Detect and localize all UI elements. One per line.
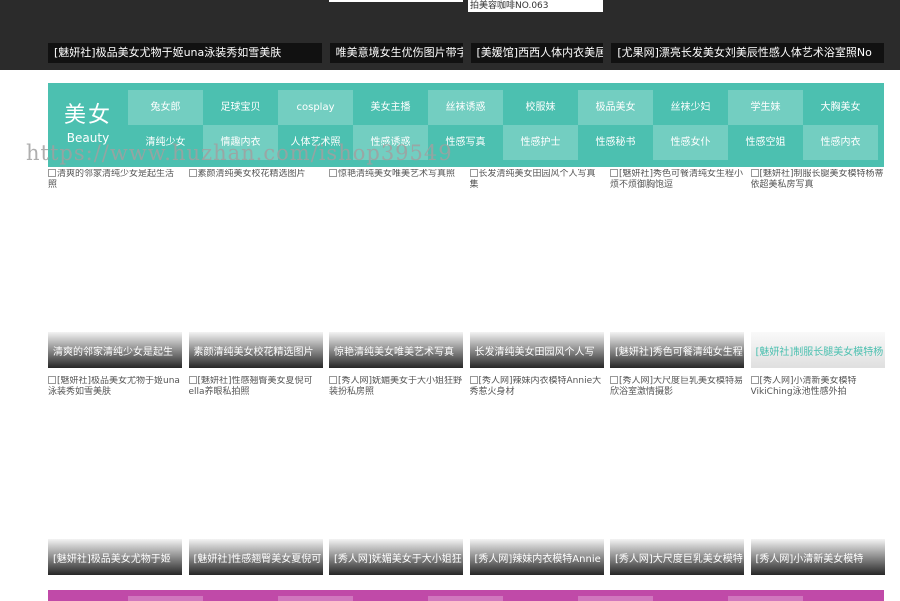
image-alt-label: [秀人网]辣妹内衣模特Annie大秀惹火身材 [469,376,602,397]
category-item[interactable]: cosplay [278,90,353,125]
category-item[interactable]: 性感内衣 [803,125,878,160]
top-white-strip [329,0,463,2]
photo-card[interactable]: [魅妍社]秀色可餐清纯女生程小烦不烦御胸饱逗 [魅妍社]秀色可餐清纯女生程 [610,169,744,368]
broken-image-icon [329,169,337,177]
top-link-3[interactable]: [美媛馆]西西人体内衣美居朱 [470,43,604,63]
image-alt-text: [秀人网]大尺度巨乳美女模特易欣浴室激情摄影 [610,376,744,398]
image-alt-text: 清爽的邻家清纯少女是起生活照 [48,169,182,191]
category-item[interactable]: 情趣内衣 [203,125,278,160]
top-link-2[interactable]: 唯美意境女生优伤图片带字 [329,43,463,63]
photo-caption[interactable]: [魅妍社]极品美女尤物于姬 [48,539,182,575]
photo-caption[interactable]: [秀人网]辣妹内衣模特Annie [469,539,604,575]
photo-caption[interactable]: [魅妍社]性感翘臀美女夏倪可 [188,539,323,575]
category-item[interactable]: 性感写真 [428,125,503,160]
image-alt-text: [魅妍社]性感翘臀美女夏倪可ella养眼私拍照 [188,376,323,398]
category-item[interactable]: 大胸美女 [803,90,878,125]
category-item[interactable]: 清纯少女 [128,125,203,160]
image-alt-text: 长发清纯美女田园风个人写真集 [469,169,604,191]
photo-card[interactable]: [秀人网]小清新美女模特VikiChing泳池性感外拍 [秀人网]小清新美女模特 [750,376,885,575]
image-alt-text: 素颜清纯美女校花精选图片 [188,169,323,180]
band-tab [728,596,803,601]
top-featured-links: [魅妍社]极品美女尤物于姬una泳装秀如雪美肤 唯美意境女生优伤图片带字 [美媛… [48,43,884,63]
category-item[interactable]: 人体艺术照 [278,125,353,160]
broken-image-icon [469,376,478,384]
category-item[interactable]: 极品美女 [578,90,653,125]
category-item[interactable]: 美女主播 [353,90,428,125]
photo-card[interactable]: 清爽的邻家清纯少女是起生活照清爽的邻家清纯少女是起生 [48,169,182,368]
photo-card[interactable]: [秀人网]大尺度巨乳美女模特易欣浴室激情摄影 [秀人网]大尺度巨乳美女模特 [610,376,744,575]
photo-card[interactable]: [魅妍社]性感翘臀美女夏倪可ella养眼私拍照 [魅妍社]性感翘臀美女夏倪可 [188,376,323,575]
top-link-4[interactable]: [尤果网]漂亮长发美女刘美辰性感人体艺术浴室照No [611,43,884,63]
category-item[interactable]: 性感秘书 [578,125,653,160]
photo-caption[interactable]: 惊艳清纯美女唯美艺术写真 [329,332,463,368]
photo-caption[interactable]: [魅妍社]秀色可餐清纯女生程 [610,332,744,368]
image-alt-text: [秀人网]妩媚美女于大小姐狂野装扮私房照 [329,376,463,398]
image-alt-label: [秀人网]妩媚美女于大小姐狂野装扮私房照 [329,376,463,397]
broken-image-icon [750,169,759,177]
band-tab [428,596,503,601]
image-alt-label: [魅妍社]秀色可餐清纯女生程小烦不烦御胸饱逗 [610,169,744,190]
image-alt-label: 清爽的邻家清纯少女是起生活照 [48,169,175,190]
image-alt-label: [秀人网]小清新美女模特VikiChing泳池性感外拍 [750,376,857,397]
category-grid: 兔女郎 足球宝贝 cosplay 美女主播 丝袜诱惑 校服妹 极品美女 丝袜少妇 学生妹 大胸美女… [128,90,878,160]
top-link-1[interactable]: [魅妍社]极品美女尤物于姬una泳装秀如雪美肤 [48,43,322,63]
category-item[interactable]: 校服妹 [503,90,578,125]
broken-image-icon [610,169,618,177]
image-alt-text: [魅妍社]秀色可餐清纯女生程小烦不烦御胸饱逗 [610,169,744,191]
image-alt-text: [魅妍社]极品美女尤物于姬una泳装秀如雪美肤 [48,376,182,398]
photo-card[interactable]: [魅妍社]制服长腿美女模特杨蒂依超美私房写真 [魅妍社]制服长腿美女模特杨 [750,169,885,368]
broken-image-icon [750,376,759,384]
image-alt-label: 素颜清纯美女校花精选图片 [197,169,306,179]
broken-image-icon [610,376,618,384]
next-category-band [48,590,884,601]
photo-caption[interactable]: 长发清纯美女田园风个人写 [469,332,604,368]
photo-card[interactable]: [秀人网]妩媚美女于大小姐狂野装扮私房照 [秀人网]妩媚美女于大小姐狂 [329,376,463,575]
photo-card[interactable]: [魅妍社]极品美女尤物于姬una泳装秀如雪美肤 [魅妍社]极品美女尤物于姬 [48,376,182,575]
image-alt-label: [魅妍社]性感翘臀美女夏倪可ella养眼私拍照 [188,376,313,397]
broken-image-icon [48,376,56,384]
photo-caption[interactable]: 清爽的邻家清纯少女是起生 [48,332,182,368]
band-tab [128,596,203,601]
band-tab [578,596,653,601]
category-brand[interactable]: 美女 Beauty [48,83,128,167]
image-alt-label: [魅妍社]制服长腿美女模特杨蒂依超美私房写真 [750,169,884,190]
image-alt-label: 长发清纯美女田园风个人写真集 [469,169,596,190]
photo-card[interactable]: 素颜清纯美女校花精选图片 素颜清纯美女校花精选图片 [188,169,323,368]
broken-image-icon [469,169,478,177]
category-item[interactable]: 性感诱惑 [353,125,428,160]
category-item[interactable]: 性感女仆 [653,125,728,160]
band-tab [278,596,353,601]
category-item[interactable]: 兔女郎 [128,90,203,125]
image-alt-label: [魅妍社]极品美女尤物于姬una泳装秀如雪美肤 [48,376,180,397]
brand-en: Beauty [66,131,110,145]
photo-caption[interactable]: [秀人网]妩媚美女于大小姐狂 [329,539,463,575]
broken-image-icon [188,376,197,384]
category-band: 美女 Beauty 兔女郎 足球宝贝 cosplay 美女主播 丝袜诱惑 校服妹 极品美女丝… [48,83,884,167]
broken-image-icon [188,169,197,177]
category-item[interactable]: 丝袜诱惑 [428,90,503,125]
broken-image-icon [48,169,56,177]
photo-card[interactable]: 惊艳清纯美女唯美艺术写真照惊艳清纯美女唯美艺术写真 [329,169,463,368]
photo-card[interactable]: 长发清纯美女田园风个人写真集长发清纯美女田园风个人写 [469,169,604,368]
brand-cn: 美女 [63,103,112,128]
image-alt-text: [秀人网]辣妹内衣模特Annie大秀惹火身材 [469,376,604,398]
image-alt-text: [秀人网]小清新美女模特VikiChing泳池性感外拍 [750,376,885,398]
category-item[interactable]: 性感空姐 [728,125,803,160]
photo-caption[interactable]: [秀人网]小清新美女模特 [750,539,885,575]
broken-image-icon [329,376,337,384]
category-item[interactable]: 丝袜少妇 [653,90,728,125]
category-item[interactable]: 学生妹 [728,90,803,125]
category-item[interactable]: 性感护士 [503,125,578,160]
photo-caption[interactable]: [魅妍社]制服长腿美女模特杨 [750,332,885,368]
photo-caption[interactable]: [秀人网]大尺度巨乳美女模特 [610,539,744,575]
image-alt-label: [秀人网]大尺度巨乳美女模特易欣浴室激情摄影 [610,376,744,397]
top-header: 拍美容咖啡NO.063 [魅妍社]极品美女尤物于姬una泳装秀如雪美肤 唯美意境… [0,0,900,70]
photo-caption[interactable]: 素颜清纯美女校花精选图片 [188,332,323,368]
top-snippet[interactable]: 拍美容咖啡NO.063 [468,0,603,12]
image-alt-text: 惊艳清纯美女唯美艺术写真照 [329,169,463,180]
photo-card[interactable]: [秀人网]辣妹内衣模特Annie大秀惹火身材 [秀人网]辣妹内衣模特Annie [469,376,604,575]
image-alt-label: 惊艳清纯美女唯美艺术写真照 [338,169,456,179]
image-alt-text: [魅妍社]制服长腿美女模特杨蒂依超美私房写真 [750,169,885,191]
category-item[interactable]: 足球宝贝 [203,90,278,125]
